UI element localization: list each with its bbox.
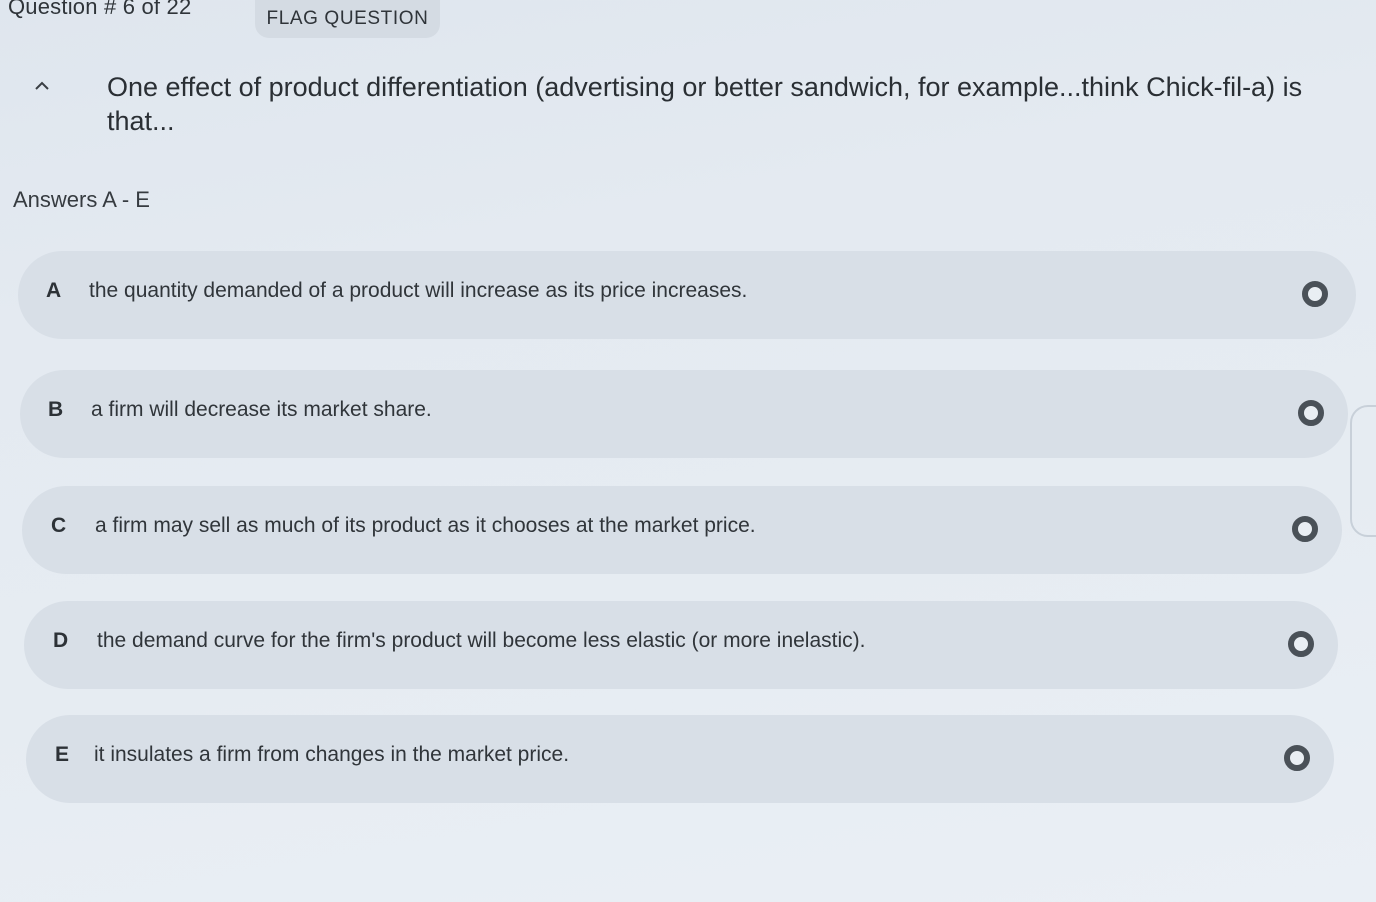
collapse-question-button[interactable]: [30, 74, 54, 98]
flag-question-button[interactable]: FLAG QUESTION: [255, 0, 440, 38]
answer-option-a[interactable]: A the quantity demanded of a product wil…: [18, 251, 1356, 339]
option-text: the quantity demanded of a product will …: [89, 279, 748, 302]
option-text: a firm may sell as much of its product a…: [95, 514, 756, 537]
option-letter: E: [55, 743, 70, 766]
question-text: One effect of product differentiation (a…: [107, 72, 1303, 136]
chevron-up-icon: [35, 81, 49, 90]
radio-unselected-icon[interactable]: [1302, 281, 1328, 307]
radio-unselected-icon[interactable]: [1288, 631, 1314, 657]
radio-unselected-icon[interactable]: [1292, 516, 1318, 542]
answer-option-c[interactable]: C a firm may sell as much of its product…: [22, 486, 1342, 574]
answer-option-d[interactable]: D the demand curve for the firm's produc…: [24, 601, 1338, 689]
answer-option-b[interactable]: B a firm will decrease its market share.: [20, 370, 1348, 458]
option-letter: C: [51, 514, 67, 537]
question-counter: Question # 6 of 22: [8, 0, 192, 19]
option-text: a firm will decrease its market share.: [91, 398, 432, 421]
option-letter: A: [46, 279, 62, 302]
answer-option-e[interactable]: E it insulates a firm from changes in th…: [26, 715, 1334, 803]
option-text: it insulates a firm from changes in the …: [94, 743, 570, 766]
option-text: the demand curve for the firm's product …: [97, 629, 866, 652]
side-panel-tab[interactable]: [1350, 405, 1376, 537]
option-letter: D: [53, 629, 69, 652]
radio-unselected-icon[interactable]: [1284, 745, 1310, 771]
radio-unselected-icon[interactable]: [1298, 400, 1324, 426]
answers-label: Answers A - E: [13, 187, 150, 212]
option-letter: B: [48, 398, 64, 421]
